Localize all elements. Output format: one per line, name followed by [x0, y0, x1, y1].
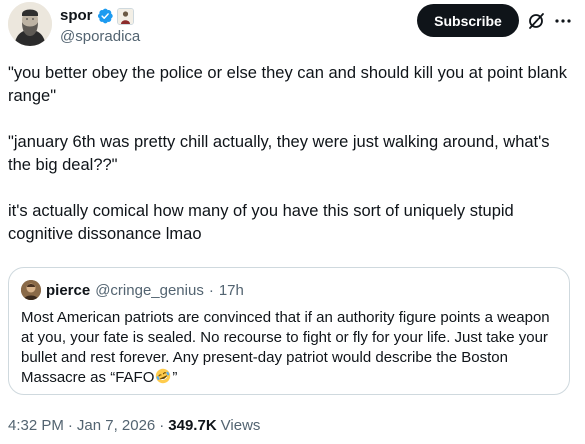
quoted-avatar-icon — [21, 280, 41, 300]
rolling-on-floor-laughing-emoji-icon — [156, 368, 171, 384]
separator-dot: · — [208, 281, 214, 299]
tweet-time[interactable]: 4:32 PM — [8, 416, 64, 436]
verified-badge-icon[interactable] — [96, 7, 114, 25]
quoted-text-main: Most American patriots are convinced tha… — [21, 309, 550, 386]
separator-dot: · — [159, 417, 165, 434]
tweet-paragraph: "you better obey the police or else they… — [8, 64, 567, 105]
views-label: Views — [220, 417, 261, 434]
grok-icon[interactable] — [526, 11, 546, 31]
separator-dot: · — [67, 417, 73, 434]
subscribe-button[interactable]: Subscribe — [417, 4, 519, 37]
quoted-author-handle[interactable]: @cringe_genius — [95, 282, 204, 299]
author-avatar[interactable] — [8, 2, 52, 46]
views-count: 349.7K — [168, 417, 217, 434]
tweet-text: "you better obey the police or else they… — [8, 62, 568, 246]
quoted-tweet-card[interactable]: pierce @cringe_genius · 17h Most America… — [8, 267, 570, 395]
portrait-engraving-avatar-icon — [8, 2, 52, 46]
quoted-author-avatar[interactable] — [21, 280, 41, 300]
author-name-row: spor — [60, 6, 134, 26]
tweet-paragraph: it's actually comical how many of you ha… — [8, 202, 514, 243]
quoted-tweet-time[interactable]: 17h — [219, 282, 244, 299]
quoted-tweet-header: pierce @cringe_genius · 17h — [21, 279, 244, 301]
tweet-paragraph: "january 6th was pretty chill actually, … — [8, 133, 550, 174]
tweet-date[interactable]: Jan 7, 2026 — [77, 416, 155, 436]
author-display-name[interactable]: spor — [60, 6, 93, 26]
tweet-meta: 4:32 PM · Jan 7, 2026 · 349.7K Views — [8, 416, 260, 436]
author-handle[interactable]: @sporadica — [60, 27, 140, 47]
more-dots-icon[interactable] — [553, 11, 573, 31]
quoted-tweet-text: Most American patriots are convinced tha… — [21, 308, 551, 388]
affiliate-badge-icon[interactable] — [116, 7, 134, 25]
quoted-text-closing-quote: ” — [172, 369, 178, 386]
quoted-author-name[interactable]: pierce — [46, 282, 90, 299]
